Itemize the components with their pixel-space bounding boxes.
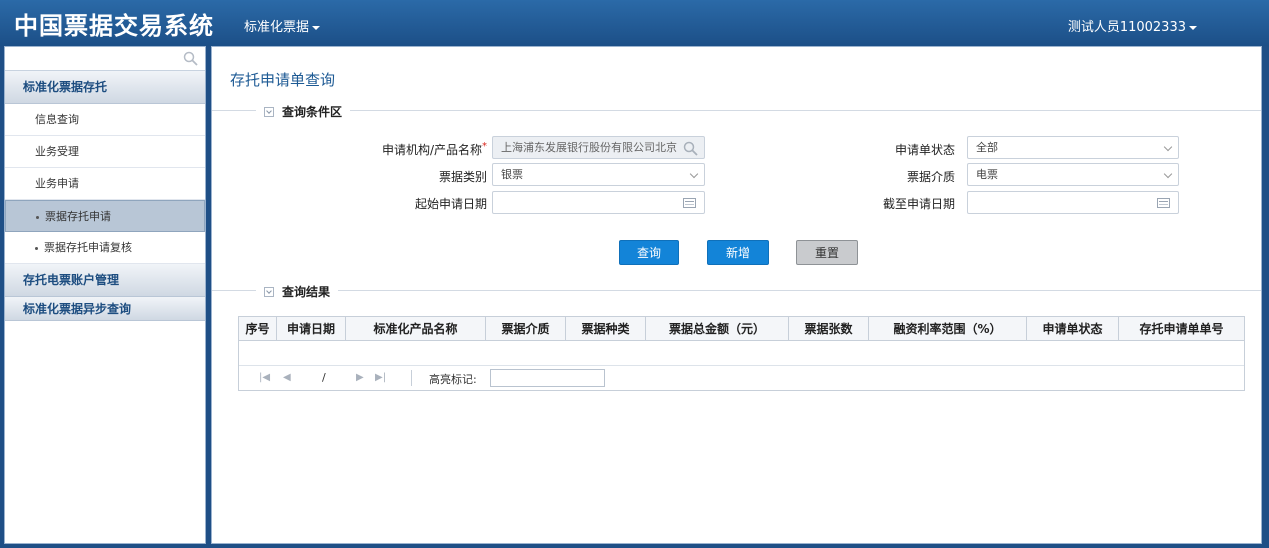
pagination-bar: |◀ ◀ / ▶ ▶| 高亮标记: (239, 366, 1244, 390)
start-date-label: 起始申请日期 (414, 197, 487, 211)
bill-type-select[interactable]: 银票 (492, 163, 705, 186)
criteria-section-header[interactable]: 查询条件区 (256, 103, 351, 120)
column-header[interactable]: 票据种类 (566, 317, 646, 340)
results-table: 序号 申请日期 标准化产品名称 票据介质 票据种类 票据总金额（元） 票据张数 … (238, 316, 1245, 391)
user-menu[interactable]: 测试人员11002333 (1068, 16, 1197, 35)
chevron-down-icon (1163, 169, 1173, 179)
org-field[interactable]: 上海浦东发展银行股份有限公司北京 (492, 136, 705, 159)
caret-down-icon (1189, 25, 1197, 30)
column-header[interactable]: 申请单状态 (1027, 317, 1119, 340)
search-icon[interactable] (683, 141, 698, 163)
sidebar-search-input[interactable] (5, 47, 205, 70)
column-header[interactable]: 标准化产品名称 (346, 317, 486, 340)
last-page-icon[interactable]: ▶| (375, 372, 386, 383)
results-section-header[interactable]: 查询结果 (256, 283, 339, 300)
sidebar-subitem-label: 票据存托申请 (45, 210, 111, 223)
sidebar-item-business-application[interactable]: 业务申请 (5, 168, 205, 200)
status-select-value: 全部 (976, 141, 998, 154)
chevron-down-icon (1163, 142, 1173, 152)
page-indicator: / (322, 371, 326, 384)
status-select[interactable]: 全部 (967, 136, 1179, 159)
search-icon[interactable] (183, 51, 198, 69)
highlight-input[interactable] (490, 369, 605, 387)
medium-select-value: 电票 (976, 168, 998, 181)
sidebar-subitem-custody-review[interactable]: 票据存托申请复核 (5, 232, 205, 264)
add-button[interactable]: 新增 (707, 240, 769, 265)
chevron-down-icon (689, 169, 699, 179)
first-page-icon[interactable]: |◀ (259, 372, 270, 383)
section-divider (212, 110, 1261, 111)
column-header[interactable]: 申请日期 (277, 317, 346, 340)
sidebar-subitem-label: 票据存托申请复核 (44, 241, 132, 254)
collapse-icon (264, 107, 274, 117)
app-title: 中国票据交易系统 (14, 12, 214, 40)
standardized-bills-menu-label: 标准化票据 (244, 20, 310, 35)
calendar-icon[interactable] (683, 198, 696, 208)
bill-type-select-value: 银票 (501, 168, 523, 181)
org-label-text: 申请机构/产品名称 (381, 143, 482, 157)
results-section-label: 查询结果 (282, 285, 331, 299)
status-label: 申请单状态 (894, 143, 955, 157)
end-date-input[interactable] (967, 191, 1179, 214)
sidebar-search (5, 47, 205, 71)
bullet-icon (36, 215, 39, 219)
required-mark: * (482, 141, 487, 152)
column-header[interactable]: 存托申请单单号 (1119, 317, 1244, 340)
top-bar: 中国票据交易系统 标准化票据 测试人员11002333 (0, 0, 1269, 46)
sidebar-group-custody-account[interactable]: 存托电票账户管理 (5, 264, 205, 297)
query-button[interactable]: 查询 (619, 240, 679, 265)
highlight-label: 高亮标记: (429, 373, 477, 386)
caret-down-icon (312, 25, 321, 30)
sidebar-subitem-custody-application[interactable]: 票据存托申请 (5, 200, 205, 232)
start-date-input[interactable] (492, 191, 705, 214)
reset-button[interactable]: 重置 (796, 240, 858, 265)
sidebar-item-info-query[interactable]: 信息查询 (5, 104, 205, 136)
page-title: 存托申请单查询 (230, 71, 336, 89)
column-header[interactable]: 票据张数 (789, 317, 869, 340)
prev-page-icon[interactable]: ◀ (283, 372, 291, 383)
table-body-empty (239, 341, 1244, 366)
next-page-icon[interactable]: ▶ (356, 372, 364, 383)
org-label: 申请机构/产品名称* (352, 141, 487, 158)
sidebar-item-business-acceptance[interactable]: 业务受理 (5, 136, 205, 168)
main-content: 存托申请单查询 查询条件区 申请机构/产品名称* 上海浦东发展银行股份有限公司北… (211, 46, 1262, 544)
criteria-section-label: 查询条件区 (282, 105, 343, 119)
medium-label: 票据介质 (906, 170, 955, 184)
calendar-icon[interactable] (1157, 198, 1170, 208)
collapse-icon (264, 287, 274, 297)
column-header[interactable]: 票据总金额（元） (646, 317, 789, 340)
sidebar-group-async-query[interactable]: 标准化票据异步查询 (5, 297, 205, 321)
org-field-value: 上海浦东发展银行股份有限公司北京 (501, 141, 677, 154)
column-header[interactable]: 序号 (239, 317, 277, 340)
section-divider (212, 290, 1261, 291)
user-name: 测试人员11002333 (1067, 20, 1186, 35)
pager-separator (411, 370, 412, 386)
column-header[interactable]: 融资利率范围（%） (869, 317, 1027, 340)
table-header: 序号 申请日期 标准化产品名称 票据介质 票据种类 票据总金额（元） 票据张数 … (239, 317, 1244, 341)
column-header[interactable]: 票据介质 (486, 317, 566, 340)
sidebar-group-standardized-custody[interactable]: 标准化票据存托 (5, 71, 205, 104)
standardized-bills-menu[interactable]: 标准化票据 (244, 16, 321, 35)
sidebar: 标准化票据存托 信息查询 业务受理 业务申请 票据存托申请 票据存托申请复核 存… (4, 46, 206, 544)
bullet-icon (35, 246, 38, 250)
end-date-label: 截至申请日期 (882, 197, 955, 211)
bill-type-label: 票据类别 (438, 170, 487, 184)
medium-select[interactable]: 电票 (967, 163, 1179, 186)
